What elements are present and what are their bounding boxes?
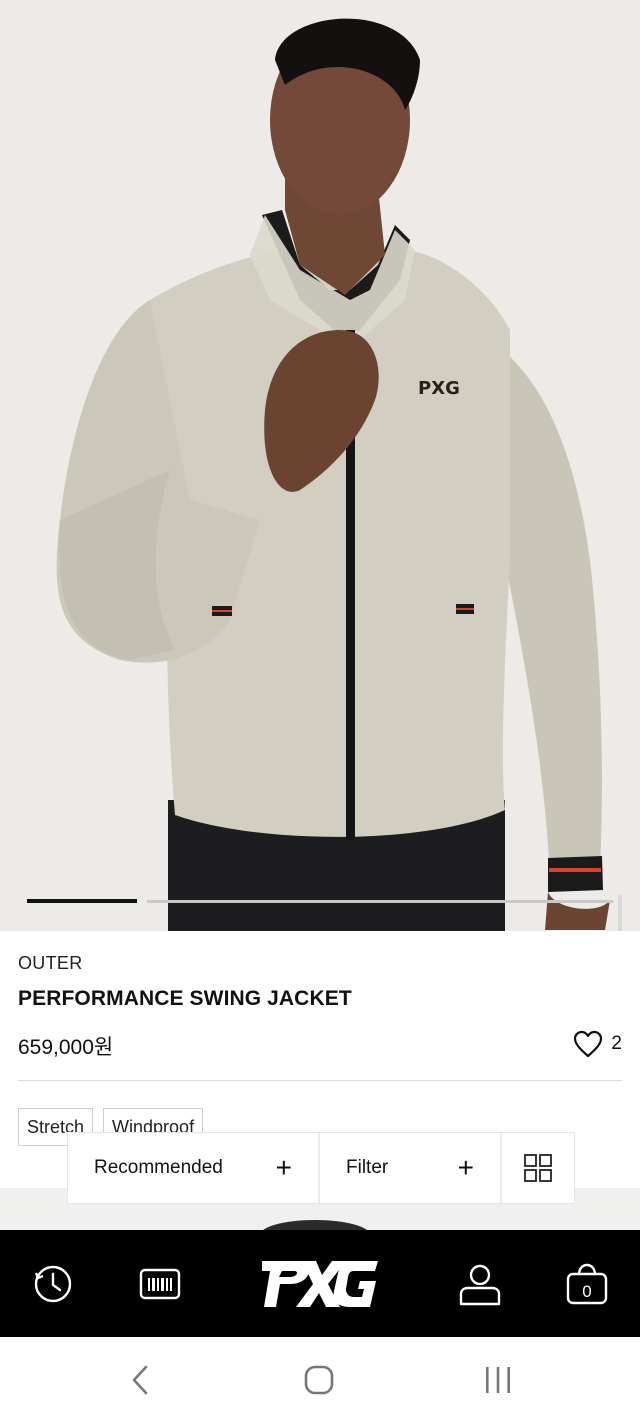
grid-icon <box>524 1154 552 1182</box>
like-button[interactable]: 2 <box>573 1030 622 1058</box>
history-icon <box>34 1265 72 1302</box>
tab-history[interactable] <box>18 1230 88 1337</box>
cart-icon: 0 <box>566 1263 608 1304</box>
system-back-button[interactable] <box>95 1337 185 1422</box>
carousel-active-segment <box>27 899 137 903</box>
tab-my-account[interactable] <box>446 1230 514 1337</box>
sort-recommended-button[interactable]: Recommended + <box>68 1133 320 1203</box>
barcode-icon <box>139 1268 181 1299</box>
sort-filter-bar: Recommended + Filter + <box>68 1133 574 1203</box>
grid-view-button[interactable] <box>502 1133 574 1203</box>
system-recents-button[interactable] <box>453 1337 543 1422</box>
divider <box>18 1080 622 1081</box>
recents-icon <box>486 1366 510 1393</box>
model-photo: PXG <box>0 0 640 931</box>
plus-icon: + <box>457 1152 474 1183</box>
bottom-tab-bar: 0 <box>0 1230 640 1337</box>
plus-icon: + <box>275 1152 292 1183</box>
product-image[interactable]: PXG <box>0 0 640 931</box>
sort-label: Recommended <box>94 1157 223 1178</box>
pxg-logo-icon <box>262 1260 378 1307</box>
cart-count: 0 <box>582 1282 591 1301</box>
image-carousel-indicator <box>27 899 613 903</box>
like-count: 2 <box>611 1033 622 1054</box>
heart-icon <box>574 1030 603 1058</box>
filter-button[interactable]: Filter + <box>320 1133 502 1203</box>
tab-cart[interactable]: 0 <box>552 1230 622 1337</box>
pxg-logo[interactable] <box>255 1230 385 1337</box>
scrollbar[interactable] <box>618 895 622 931</box>
tab-barcode[interactable] <box>124 1230 196 1337</box>
system-home-button[interactable] <box>274 1337 364 1422</box>
back-icon <box>132 1365 148 1394</box>
svg-text:PXG: PXG <box>418 378 460 399</box>
home-icon <box>304 1365 334 1394</box>
product-category: OUTER <box>18 953 83 973</box>
user-icon <box>459 1264 501 1305</box>
filter-label: Filter <box>346 1157 389 1178</box>
product-price: 659,000원 <box>18 1036 114 1059</box>
carousel-track <box>147 900 613 903</box>
next-product-image <box>260 1220 370 1230</box>
product-title: PERFORMANCE SWING JACKET <box>18 987 352 1010</box>
system-navigation-bar <box>0 1337 640 1422</box>
